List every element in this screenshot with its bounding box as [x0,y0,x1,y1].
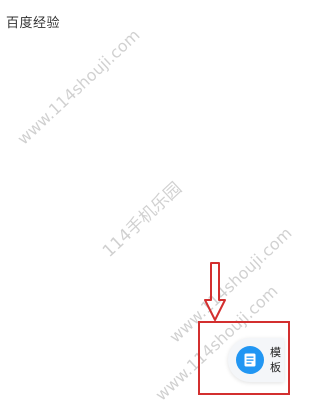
document-icon [236,346,264,374]
template-button[interactable]: 模板 [228,338,284,382]
watermark-text: 114手机乐园 [98,178,186,262]
page-title: 百度经验 [6,16,61,31]
page: 百度经验 www.114shouji.com 114手机乐园 www.114sh… [0,0,293,408]
template-button-label: 模板 [270,346,281,374]
watermark-text: www.114shouji.com [13,25,144,149]
down-arrow-icon [204,262,226,321]
